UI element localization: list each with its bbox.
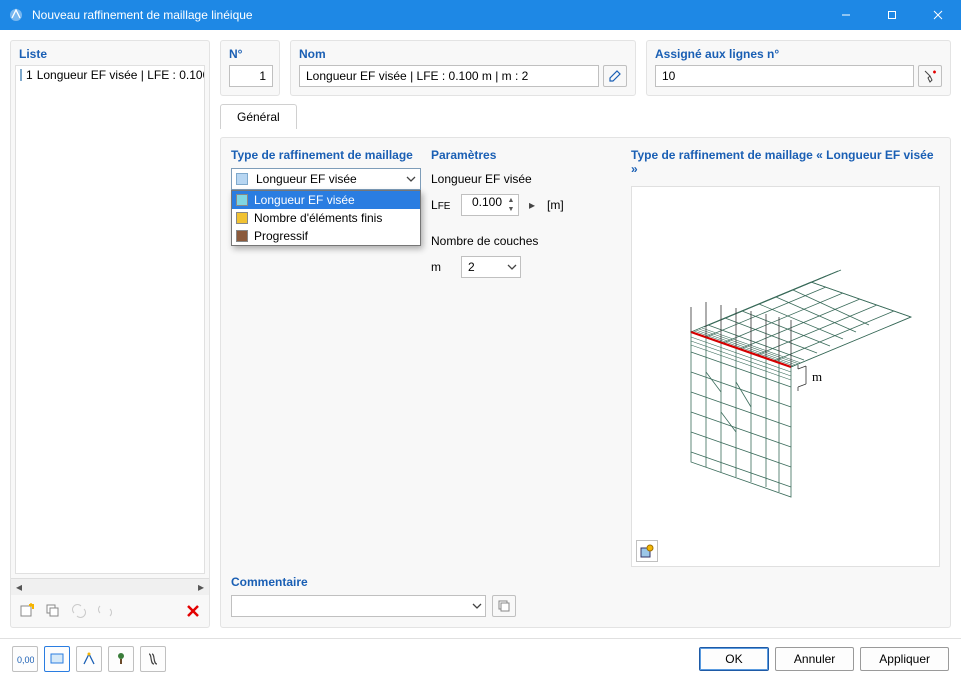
- delete-item-icon[interactable]: [181, 599, 205, 623]
- list-header: Liste: [11, 41, 209, 65]
- scroll-left-icon[interactable]: ◂: [11, 579, 27, 596]
- lfe-input[interactable]: 0.100 ▲▼: [461, 194, 519, 216]
- script-icon[interactable]: [140, 646, 166, 672]
- list-item-number: 1: [26, 68, 33, 82]
- preview-canvas: m: [631, 186, 940, 567]
- list-panel: Liste 1 Longueur EF visée | LFE : 0.100 …: [10, 40, 210, 628]
- app-icon: [8, 7, 24, 23]
- select-swatch: [236, 173, 248, 185]
- assign-label: Assigné aux lignes n°: [655, 47, 942, 61]
- refine-type-group: Type de raffinement de maillage Longueur…: [231, 148, 421, 190]
- lfe-unit: [m]: [547, 198, 564, 212]
- maximize-button[interactable]: [869, 0, 915, 30]
- lfe-value: 0.100: [472, 195, 502, 209]
- titlebar: Nouveau raffinement de maillage linéique: [0, 0, 961, 30]
- refine-type-select[interactable]: Longueur EF visée: [231, 168, 421, 190]
- parameters-group: Paramètres Longueur EF visée LFE 0.100 ▲…: [431, 148, 621, 567]
- name-input[interactable]: [299, 65, 599, 87]
- lfe-symbol: LFE: [431, 198, 455, 212]
- minimize-button[interactable]: [823, 0, 869, 30]
- list-toolbar: [11, 595, 209, 627]
- list-item[interactable]: 1 Longueur EF visée | LFE : 0.100 m: [16, 66, 204, 84]
- comment-library-icon[interactable]: [492, 595, 516, 617]
- close-button[interactable]: [915, 0, 961, 30]
- scroll-right-icon[interactable]: ▸: [193, 579, 209, 596]
- link-icon: [67, 599, 91, 623]
- select-value: Longueur EF visée: [256, 172, 357, 186]
- swatch-icon: [236, 212, 248, 224]
- view-icon[interactable]: [44, 646, 70, 672]
- dd-option-longueur[interactable]: Longueur EF visée: [232, 191, 420, 209]
- pick-lines-icon[interactable]: [918, 65, 942, 87]
- swatch-icon: [236, 194, 248, 206]
- chevron-down-icon: [472, 601, 482, 611]
- number-input[interactable]: [229, 65, 273, 87]
- layers-value: 2: [468, 260, 475, 274]
- list-body[interactable]: 1 Longueur EF visée | LFE : 0.100 m: [15, 65, 205, 574]
- preview-group: Type de raffinement de maillage « Longue…: [631, 148, 940, 567]
- preview-settings-icon[interactable]: [636, 540, 658, 562]
- chevron-down-icon: [406, 174, 416, 184]
- dd-option-label: Longueur EF visée: [254, 193, 355, 207]
- name-box: Nom: [290, 40, 636, 96]
- swatch-icon: [236, 230, 248, 242]
- lfe-label: Longueur EF visée: [431, 172, 532, 186]
- list-item-swatch: [20, 69, 22, 81]
- dd-option-progressif[interactable]: Progressif: [232, 227, 420, 245]
- parameters-label: Paramètres: [431, 148, 621, 162]
- refine-type-dropdown[interactable]: Longueur EF visée Nombre d'éléments fini…: [231, 190, 421, 246]
- preview-label: Type de raffinement de maillage « Longue…: [631, 148, 940, 176]
- new-item-icon[interactable]: [15, 599, 39, 623]
- comment-group: Commentaire: [231, 575, 940, 617]
- refine-type-label: Type de raffinement de maillage: [231, 148, 421, 162]
- ok-button[interactable]: OK: [699, 647, 769, 671]
- lfe-step-button[interactable]: ▸: [525, 194, 539, 216]
- svg-text:0,00: 0,00: [17, 655, 34, 665]
- units-icon[interactable]: 0,00: [12, 646, 38, 672]
- cancel-button[interactable]: Annuler: [775, 647, 854, 671]
- dd-option-nombre[interactable]: Nombre d'éléments finis: [232, 209, 420, 227]
- apply-button[interactable]: Appliquer: [860, 647, 949, 671]
- comment-label: Commentaire: [231, 575, 940, 589]
- spinner-icon[interactable]: ▲▼: [505, 196, 517, 214]
- copy-item-icon[interactable]: [41, 599, 65, 623]
- main-panel: Type de raffinement de maillage Longueur…: [220, 137, 951, 628]
- tab-general[interactable]: Général: [220, 104, 297, 129]
- comment-input[interactable]: [231, 595, 486, 617]
- tab-row: Général: [220, 104, 951, 129]
- list-hscroll[interactable]: ◂ ▸: [11, 578, 209, 595]
- number-box: N°: [220, 40, 280, 96]
- dialog-footer: 0,00 OK Annuler Appliquer: [0, 638, 961, 678]
- preview-m-label: m: [812, 369, 822, 384]
- mesh-preview-icon: m: [646, 247, 926, 507]
- name-label: Nom: [299, 47, 627, 61]
- chevron-down-icon: [507, 262, 517, 272]
- edit-name-icon[interactable]: [603, 65, 627, 87]
- window-title: Nouveau raffinement de maillage linéique: [32, 8, 823, 22]
- number-label: N°: [229, 47, 271, 61]
- unlink-icon: [93, 599, 117, 623]
- layers-select[interactable]: 2: [461, 256, 521, 278]
- tree-icon[interactable]: [108, 646, 134, 672]
- assign-input[interactable]: [655, 65, 914, 87]
- dd-option-label: Nombre d'éléments finis: [254, 211, 382, 225]
- layers-label: Nombre de couches: [431, 234, 538, 248]
- list-item-label: Longueur EF visée | LFE : 0.100 m: [37, 68, 205, 82]
- layers-symbol: m: [431, 260, 455, 274]
- dd-option-label: Progressif: [254, 229, 308, 243]
- assign-box: Assigné aux lignes n°: [646, 40, 951, 96]
- model-icon[interactable]: [76, 646, 102, 672]
